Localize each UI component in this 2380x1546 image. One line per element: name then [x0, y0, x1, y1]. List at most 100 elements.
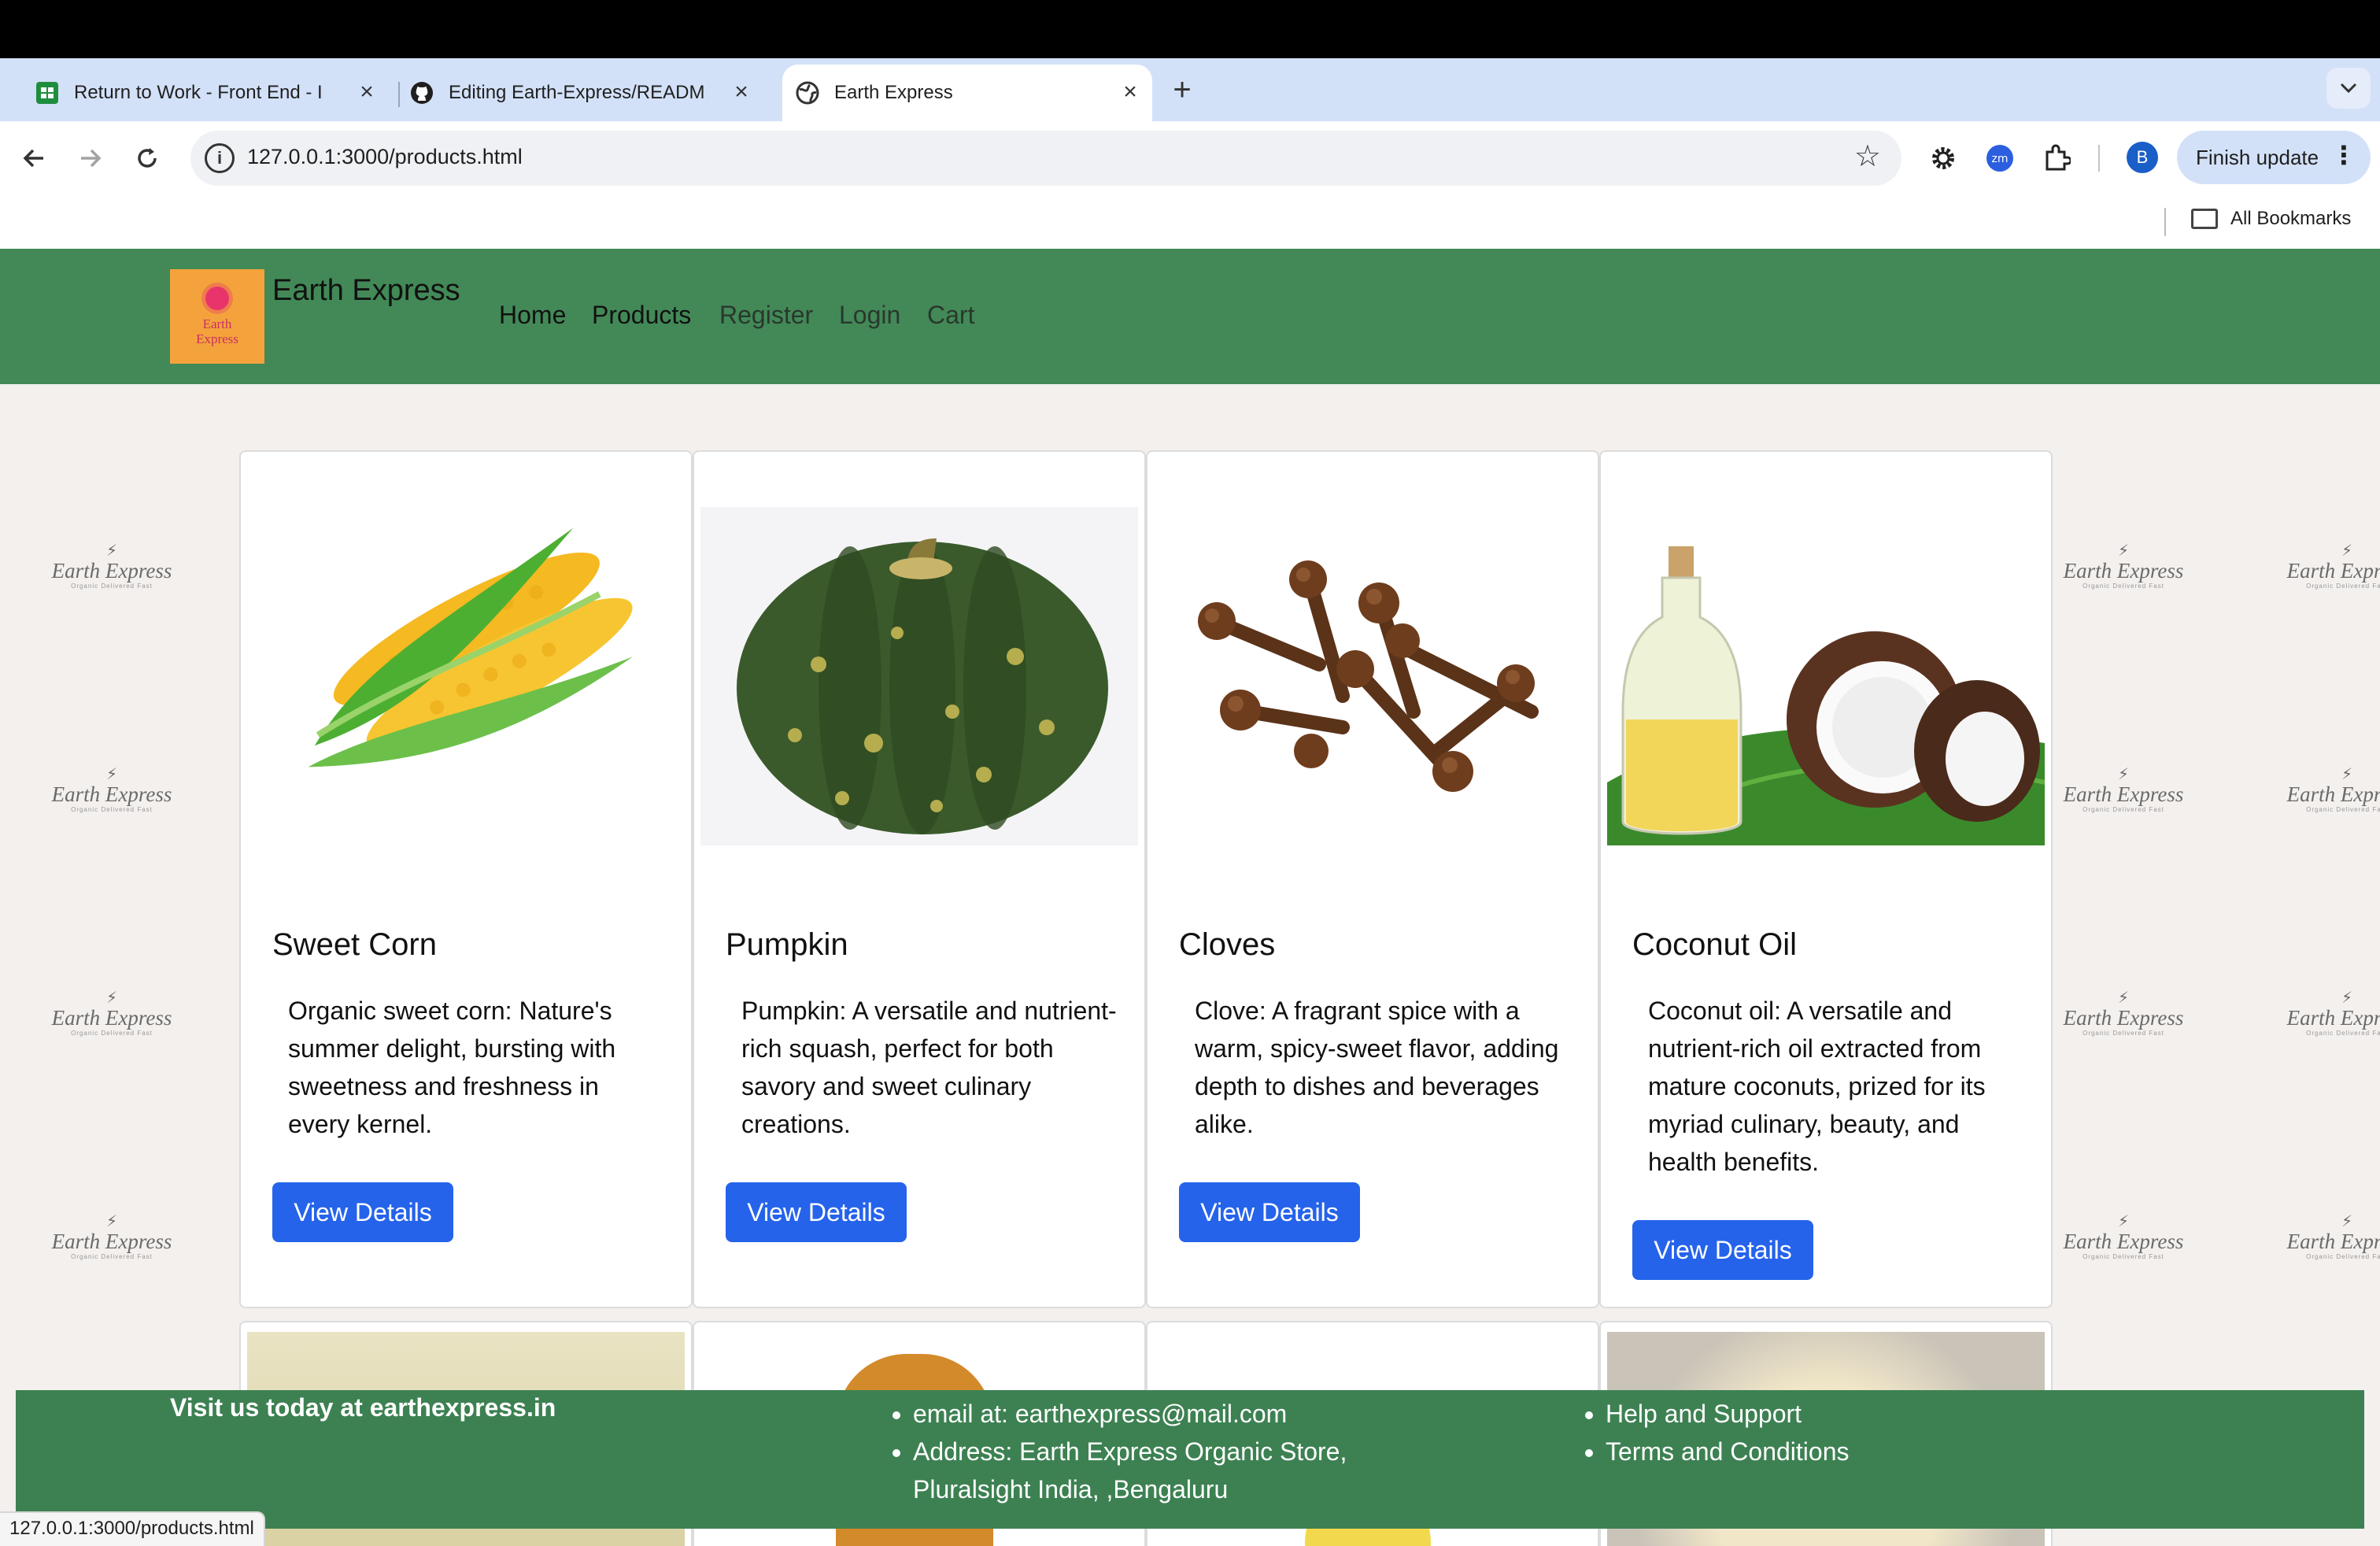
pumpkin-image: [700, 507, 1138, 845]
tab-divider: [398, 82, 400, 107]
view-details-button[interactable]: View Details: [1632, 1220, 1813, 1280]
footer-contact-list: email at: earthexpress@mail.com Address:…: [913, 1395, 1401, 1508]
bookmarks-bar: All Bookmarks: [0, 195, 2380, 249]
watermark-logo: ⚡Earth ExpressOrganic Delivered Fast: [49, 990, 175, 1037]
tab-editing-readme[interactable]: Editing Earth-Express/READM ×: [409, 65, 763, 121]
all-bookmarks-label: All Bookmarks: [2230, 208, 2352, 229]
reload-icon[interactable]: [128, 139, 167, 178]
product-name: Coconut Oil: [1632, 927, 1797, 962]
more-vertical-icon[interactable]: ⋮: [2331, 140, 2356, 170]
watermark-title: Earth Express: [2286, 559, 2380, 583]
tab-title: Editing Earth-Express/READM: [449, 82, 705, 103]
product-description: Coconut oil: A versatile and nutrient-ri…: [1648, 997, 1986, 1176]
watermark-logo: ⚡Earth ExpressOrganic Delivered Fast: [2284, 1214, 2380, 1260]
view-details-button[interactable]: View Details: [272, 1182, 453, 1242]
site-logo[interactable]: Earth Express: [170, 269, 264, 364]
watermark-title: Earth Express: [2286, 1230, 2380, 1253]
watermark-tagline: Organic Delivered Fast: [2082, 1253, 2164, 1260]
watermark-title: Earth Express: [2063, 1230, 2184, 1253]
view-details-button[interactable]: View Details: [726, 1182, 907, 1242]
watermark-logo: ⚡Earth ExpressOrganic Delivered Fast: [49, 767, 175, 813]
watermark-title: Earth Express: [2063, 1006, 2184, 1030]
finish-update-button[interactable]: Finish update ⋮: [2177, 131, 2371, 184]
footer-help-link[interactable]: Help and Support: [1606, 1395, 2156, 1433]
tab-earth-express[interactable]: Earth Express ×: [782, 65, 1152, 121]
bolt-icon: ⚡: [2117, 542, 2130, 560]
watermark-tagline: Organic Delivered Fast: [2306, 1030, 2380, 1037]
watermark-tagline: Organic Delivered Fast: [71, 1253, 153, 1260]
extensions-puzzle-icon[interactable]: [2038, 140, 2075, 176]
zoom-extension-icon[interactable]: zm: [1982, 140, 2018, 176]
bolt-icon: ⚡: [2117, 989, 2130, 1007]
product-name: Sweet Corn: [272, 927, 437, 962]
bolt-icon: ⚡: [105, 989, 118, 1007]
tab-search-chevron-icon[interactable]: [2326, 68, 2371, 109]
nav-register[interactable]: Register: [719, 301, 813, 330]
watermark-title: Earth Express: [2063, 782, 2184, 806]
watermark-logo: ⚡Earth ExpressOrganic Delivered Fast: [2060, 543, 2186, 590]
nav-login[interactable]: Login: [839, 301, 900, 330]
url-text[interactable]: 127.0.0.1:3000/products.html: [247, 145, 523, 169]
site-info-icon[interactable]: i: [205, 143, 235, 173]
watermark-logo: ⚡Earth ExpressOrganic Delivered Fast: [49, 543, 175, 590]
view-details-button[interactable]: View Details: [1179, 1182, 1360, 1242]
sweet-corn-image: [308, 527, 634, 767]
watermark-logo: ⚡Earth ExpressOrganic Delivered Fast: [49, 1214, 175, 1260]
watermark-title: Earth Express: [51, 1230, 172, 1253]
watermark-title: Earth Express: [2286, 782, 2380, 806]
footer-terms-link[interactable]: Terms and Conditions: [1606, 1433, 2156, 1470]
logo-text: Earth Express: [196, 316, 238, 346]
tab-title: Return to Work - Front End - I: [74, 82, 323, 103]
bolt-icon: ⚡: [105, 542, 118, 560]
forward-arrow-icon[interactable]: [71, 139, 110, 178]
bookmark-star-icon[interactable]: ☆: [1854, 139, 1881, 174]
watermark-title: Earth Express: [2063, 559, 2184, 583]
tab-return-to-work[interactable]: Return to Work - Front End - I ×: [35, 65, 389, 121]
product-name: Pumpkin: [726, 927, 848, 962]
nav-cart[interactable]: Cart: [927, 301, 974, 330]
extension-gear-icon[interactable]: [1925, 140, 1961, 176]
watermark-tagline: Organic Delivered Fast: [2306, 583, 2380, 590]
new-tab-plus-icon[interactable]: +: [1163, 74, 1201, 105]
system-menu-bar: [0, 0, 2380, 58]
footer-address: Address: Earth Express Organic Store, Pl…: [913, 1433, 1401, 1508]
watermark-title: Earth Express: [51, 1006, 172, 1030]
watermark-title: Earth Express: [51, 559, 172, 583]
bolt-icon: ⚡: [105, 766, 118, 783]
watermark-logo: ⚡Earth ExpressOrganic Delivered Fast: [2284, 543, 2380, 590]
product-description: Organic sweet corn: Nature's summer deli…: [288, 997, 616, 1138]
close-icon[interactable]: ×: [1116, 79, 1144, 105]
watermark-tagline: Organic Delivered Fast: [71, 583, 153, 590]
nav-home[interactable]: Home: [499, 301, 566, 330]
footer-visit-text: Visit us today at earthexpress.in: [170, 1393, 556, 1422]
bolt-icon: ⚡: [2117, 1213, 2130, 1230]
brand-name[interactable]: Earth Express: [272, 274, 460, 308]
profile-avatar[interactable]: B: [2127, 142, 2158, 173]
product-name: Cloves: [1179, 927, 1276, 962]
all-bookmarks-button[interactable]: All Bookmarks: [2191, 208, 2351, 230]
close-icon[interactable]: ×: [353, 79, 381, 105]
bolt-icon: ⚡: [2117, 766, 2130, 783]
github-icon: [411, 82, 433, 104]
sheets-icon: [36, 82, 58, 104]
close-icon[interactable]: ×: [727, 79, 756, 105]
bolt-icon: ⚡: [2341, 766, 2353, 783]
product-description: Pumpkin: A versatile and nutrient-rich s…: [741, 997, 1117, 1138]
cloves-image: [1198, 560, 1539, 792]
product-card: Sweet Corn Organic sweet corn: Nature's …: [239, 450, 693, 1308]
status-bar-url: 127.0.0.1:3000/products.html: [0, 1511, 265, 1546]
globe-icon: [796, 81, 819, 105]
watermark-tagline: Organic Delivered Fast: [2082, 806, 2164, 813]
footer-links-list: Help and Support Terms and Conditions: [1606, 1395, 2156, 1470]
coconut-oil-image: [1607, 546, 2045, 845]
watermark-tagline: Organic Delivered Fast: [71, 1030, 153, 1037]
bolt-icon: ⚡: [105, 1213, 118, 1230]
watermark-logo: ⚡Earth ExpressOrganic Delivered Fast: [2060, 990, 2186, 1037]
finish-update-label: Finish update: [2196, 145, 2319, 169]
address-bar[interactable]: i 127.0.0.1:3000/products.html ☆: [190, 131, 1901, 186]
back-arrow-icon[interactable]: [14, 139, 54, 178]
site-footer: Visit us today at earthexpress.in email …: [16, 1390, 2364, 1529]
nav-products[interactable]: Products: [592, 301, 691, 330]
zoom-extension-label: zm: [1992, 153, 2009, 165]
footer-email[interactable]: email at: earthexpress@mail.com: [913, 1395, 1401, 1433]
